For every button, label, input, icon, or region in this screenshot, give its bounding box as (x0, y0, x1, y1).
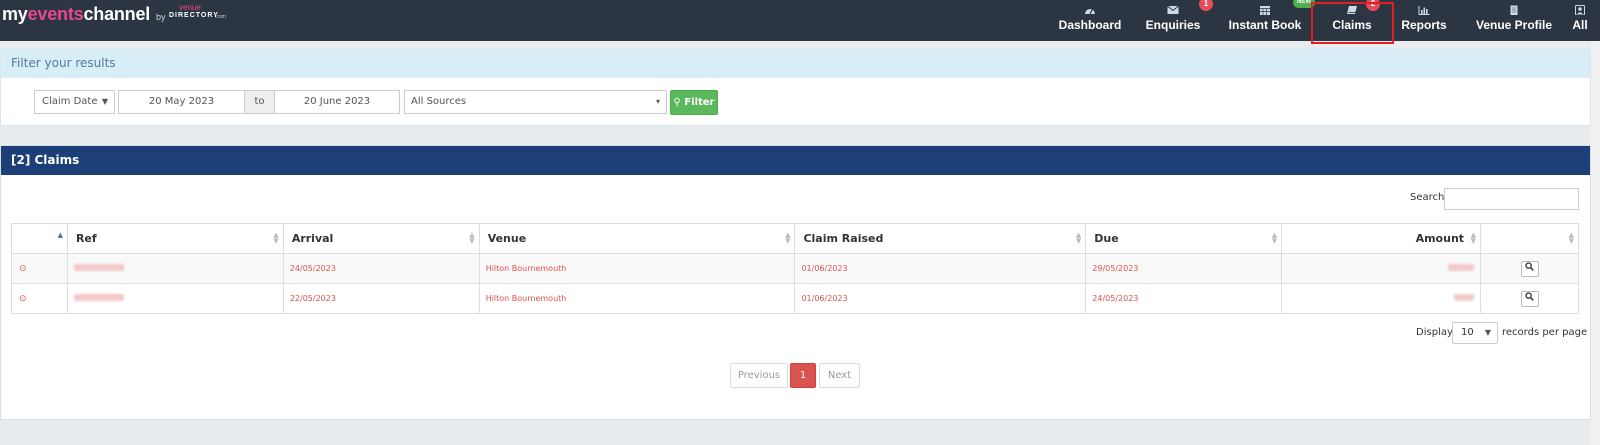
column-header-status[interactable]: ▲ (11, 223, 68, 254)
nav-reports-label: Reports (1401, 18, 1447, 32)
top-navbar: myeventschannel by venue DIRECTORY .com … (0, 0, 1600, 44)
column-header-claim-raised[interactable]: Claim Raised ▲ ▼ (794, 223, 1087, 254)
brand-logo[interactable]: myeventschannel (2, 4, 150, 25)
nav-venue-profile[interactable]: Venue Profile (1470, 0, 1558, 41)
cell-due: 29/05/2023 (1085, 253, 1283, 284)
search-icon: ⚲ (673, 97, 681, 108)
brand-com-text: .com (215, 14, 226, 20)
brand-directory-text: DIRECTORY (169, 12, 219, 19)
nav-venue-profile-label: Venue Profile (1475, 18, 1553, 32)
sort-icon: ▲ ▼ (1568, 231, 1574, 245)
view-claim-button[interactable] (1520, 260, 1539, 277)
dashboard-icon (1085, 8, 1095, 15)
envelope-icon (1167, 5, 1179, 14)
claims-panel: [2] Claims Search: ▲ Ref ▲ ▼ Arrival ▲ ▼ Ven… (0, 145, 1591, 420)
redacted-ref (73, 264, 124, 271)
table-row[interactable]: ⊙ 24/05/2023 Hilton Bournemouth 01/06/20… (11, 253, 1579, 284)
filter-button[interactable]: ⚲ Filter (670, 90, 718, 115)
nav-enquiries-label: Enquiries (1145, 18, 1201, 32)
date-from-input[interactable]: 20 May 2023 (118, 90, 245, 114)
column-header-venue[interactable]: Venue ▲ ▼ (478, 223, 796, 254)
bar-chart-icon (1418, 6, 1430, 15)
cell-venue: Hilton Bournemouth (478, 283, 796, 314)
cell-venue: Hilton Bournemouth (478, 253, 796, 284)
brand-venue-text: venue (179, 3, 201, 12)
filter-panel: Filter your results Claim Date ▼ 20 May … (0, 48, 1591, 126)
nav-instant-book[interactable]: Instant Book NEW (1224, 0, 1315, 41)
nav-dashboard[interactable]: Dashboard (1053, 0, 1127, 41)
source-select[interactable]: All Sources ▾ (404, 90, 667, 114)
pagination-previous-button[interactable]: Previous (730, 363, 788, 388)
redacted-ref (73, 294, 124, 301)
claims-panel-title: [2] Claims (1, 146, 1590, 175)
calendar-icon (1260, 6, 1270, 15)
nav-dashboard-label: Dashboard (1058, 18, 1122, 32)
search-input[interactable] (1444, 188, 1579, 210)
records-per-page-select[interactable]: 10 ▼ (1452, 322, 1498, 344)
cell-arrival: 22/05/2023 (282, 283, 480, 314)
document-icon (1510, 5, 1518, 15)
column-header-amount[interactable]: Amount ▲ ▼ (1281, 223, 1482, 254)
date-type-value: Claim Date (42, 96, 98, 107)
cell-due: 24/05/2023 (1085, 283, 1283, 314)
chevron-down-icon: ▼ (101, 97, 108, 106)
chevron-down-icon: ▼ (1484, 328, 1491, 337)
clock-icon: ⊙ (19, 263, 27, 274)
redacted-amount (1448, 264, 1475, 271)
clock-icon: ⊙ (19, 293, 27, 304)
nav-instant-book-label: Instant Book (1228, 18, 1302, 32)
redacted-amount (1454, 294, 1475, 301)
sort-icon: ▲ ▼ (469, 231, 475, 245)
claims-highlight-box (1311, 2, 1394, 44)
cell-claim-raised: 01/06/2023 (794, 283, 1087, 314)
brand-by-text: by (156, 12, 166, 22)
records-per-page-value: 10 (1461, 327, 1474, 338)
date-type-select[interactable]: Claim Date ▼ (34, 90, 115, 114)
nav-reports[interactable]: Reports (1398, 0, 1450, 41)
date-to-input[interactable]: 20 June 2023 (274, 90, 400, 114)
search-icon (1525, 261, 1534, 271)
claims-table: ▲ Ref ▲ ▼ Arrival ▲ ▼ Venue ▲ ▼ Claim Raised ▲ ▼… (11, 223, 1579, 314)
pagination-next-button[interactable]: Next (819, 363, 860, 388)
sort-icon: ▲ ▼ (1470, 231, 1477, 245)
sort-icon: ▲ ▼ (1271, 231, 1278, 245)
filter-panel-title: Filter your results (1, 49, 1590, 78)
nav-enquiries[interactable]: Enquiries 1 (1140, 0, 1213, 41)
enquiries-count-badge: 1 (1199, 0, 1213, 11)
display-label: Display (1416, 327, 1453, 338)
view-claim-button[interactable] (1520, 290, 1539, 307)
column-header-ref[interactable]: Ref ▲ ▼ (66, 223, 284, 254)
search-icon (1525, 291, 1534, 301)
column-header-arrival[interactable]: Arrival ▲ ▼ (282, 223, 480, 254)
column-header-actions[interactable]: ▲ ▼ (1480, 223, 1579, 254)
sort-asc-icon: ▲ (57, 231, 63, 239)
pagination-page-1[interactable]: 1 (790, 363, 816, 388)
sort-icon: ▲ ▼ (785, 231, 791, 245)
scrollbar[interactable] (1591, 41, 1600, 445)
date-range-to-label: to (244, 90, 275, 114)
cell-claim-raised: 01/06/2023 (794, 253, 1087, 284)
table-header-row: ▲ Ref ▲ ▼ Arrival ▲ ▼ Venue ▲ ▼ Claim Raised ▲ ▼… (11, 223, 1579, 254)
nav-account[interactable]: All (1570, 0, 1590, 41)
table-row[interactable]: ⊙ 22/05/2023 Hilton Bournemouth 01/06/20… (11, 283, 1579, 314)
user-icon (1575, 5, 1585, 15)
filter-button-label: Filter (684, 97, 715, 108)
sort-icon: ▲ ▼ (1075, 231, 1082, 245)
cell-arrival: 24/05/2023 (282, 253, 480, 284)
nav-account-label: All (1572, 18, 1588, 32)
source-value: All Sources (411, 96, 467, 107)
chevron-down-icon: ▾ (655, 97, 660, 106)
column-header-due[interactable]: Due ▲ ▼ (1085, 223, 1283, 254)
sort-icon: ▲ ▼ (273, 231, 279, 245)
records-per-page-label: records per page (1502, 327, 1588, 338)
search-label: Search: (1410, 192, 1448, 203)
